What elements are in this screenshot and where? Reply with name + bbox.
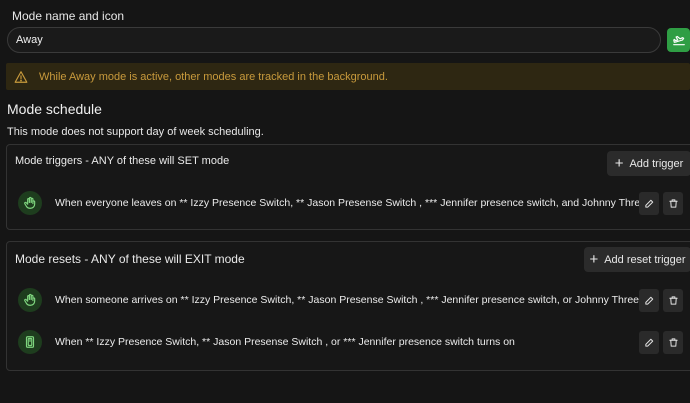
- trash-icon: [668, 199, 678, 208]
- schedule-note: This mode does not support day of week s…: [7, 126, 264, 138]
- pencil-icon: [644, 296, 653, 305]
- plus-icon: +: [589, 250, 599, 268]
- mode-name-label: Mode name and icon: [12, 9, 125, 23]
- schedule-title: Mode schedule: [7, 101, 102, 117]
- delete-reset-button[interactable]: [663, 331, 683, 354]
- switch-icon: [18, 330, 42, 354]
- trigger-text: When everyone leaves on ** Izzy Presence…: [55, 197, 647, 209]
- plus-icon: +: [614, 154, 624, 172]
- edit-reset-button[interactable]: [639, 289, 659, 312]
- reset-text: When ** Izzy Presence Switch, ** Jason P…: [55, 336, 515, 348]
- trigger-row: When everyone leaves on ** Izzy Presence…: [7, 188, 690, 218]
- mode-triggers-title: Mode triggers - ANY of these will SET mo…: [15, 155, 230, 167]
- edit-trigger-button[interactable]: [639, 192, 659, 215]
- trash-icon: [668, 296, 678, 305]
- pencil-icon: [644, 338, 653, 347]
- mode-resets-title: Mode resets - ANY of these will EXIT mod…: [15, 252, 245, 266]
- delete-reset-button[interactable]: [663, 289, 683, 312]
- add-trigger-label: Add trigger: [629, 157, 684, 170]
- mode-name-input[interactable]: [7, 27, 661, 53]
- reset-text: When someone arrives on ** Izzy Presence…: [55, 294, 640, 306]
- warning-banner: While Away mode is active, other modes a…: [6, 63, 690, 90]
- edit-reset-button[interactable]: [639, 331, 659, 354]
- pencil-icon: [644, 199, 653, 208]
- reset-row: When ** Izzy Presence Switch, ** Jason P…: [7, 327, 690, 357]
- reset-row: When someone arrives on ** Izzy Presence…: [7, 285, 690, 315]
- delete-trigger-button[interactable]: [663, 192, 683, 215]
- away-mode-icon: [672, 35, 685, 46]
- warning-triangle-icon: [14, 70, 28, 84]
- mode-triggers-card: Mode triggers - ANY of these will SET mo…: [6, 144, 690, 230]
- mode-resets-card: Mode resets - ANY of these will EXIT mod…: [6, 241, 690, 371]
- add-trigger-button[interactable]: + Add trigger: [607, 151, 690, 176]
- hand-wave-icon: [18, 191, 42, 215]
- hand-wave-icon: [18, 288, 42, 312]
- mode-icon-button[interactable]: [667, 28, 690, 52]
- add-reset-trigger-button[interactable]: + Add reset trigger: [584, 247, 690, 272]
- trash-icon: [668, 338, 678, 347]
- add-reset-trigger-label: Add reset trigger: [604, 253, 686, 266]
- warning-text: While Away mode is active, other modes a…: [39, 70, 388, 83]
